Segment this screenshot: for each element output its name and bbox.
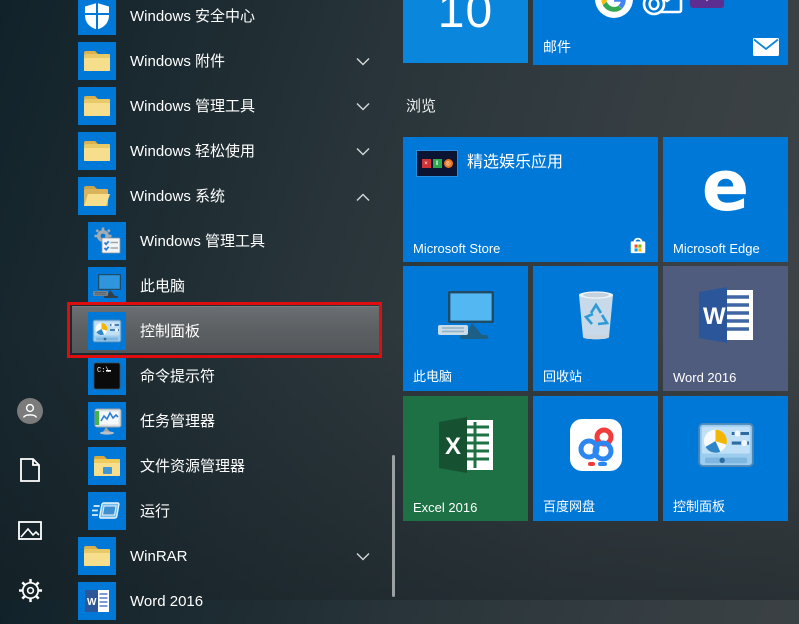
folder-icon [78, 537, 116, 575]
tile-mail[interactable]: 邮件 [533, 0, 788, 65]
tile-label: Excel 2016 [413, 500, 477, 515]
app-row-label: Windows 系统 [130, 174, 225, 219]
word-2016-icon: W [663, 266, 788, 363]
app-row-label: Windows 轻松使用 [130, 129, 255, 174]
this-pc-icon [88, 267, 126, 305]
chevron-down-icon[interactable] [356, 552, 370, 562]
tile-label: 回收站 [543, 366, 582, 385]
admin-tools-icon [88, 222, 126, 260]
run-icon [88, 492, 126, 530]
app-row-winrar[interactable]: WinRAR [0, 534, 398, 579]
tile-this-pc[interactable]: 此电脑 [403, 266, 528, 391]
app-row-label: Windows 管理工具 [130, 84, 255, 129]
app-row-label: 控制面板 [140, 309, 200, 354]
app-row-label: WinRAR [130, 534, 188, 579]
tile-recycle-bin[interactable]: 回收站 [533, 266, 658, 391]
tile-microsoft-edge[interactable]: e Microsoft Edge [663, 137, 788, 262]
mail-envelope-icon [753, 38, 779, 56]
start-menu: Windows 安全中心 Windows 附件 Windows 管理工具 Win… [0, 0, 799, 600]
store-banner-chip: × [422, 159, 431, 168]
store-banner-chip: ‖ [433, 159, 442, 168]
app-row-windows-ease-of-access[interactable]: Windows 轻松使用 [0, 129, 398, 174]
store-banner-title: 精选娱乐应用 [467, 148, 563, 172]
tile-label: Microsoft Edge [673, 241, 760, 256]
store-banner-chip: ◎ [444, 159, 453, 168]
outlook-icon [641, 0, 685, 22]
app-row-windows-accessories[interactable]: Windows 附件 [0, 39, 398, 84]
app-row-task-manager[interactable]: 任务管理器 [0, 399, 398, 444]
app-row-this-pc[interactable]: 此电脑 [0, 264, 398, 309]
app-row-label: Windows 管理工具 [140, 219, 265, 264]
task-manager-icon [88, 402, 126, 440]
chevron-up-icon[interactable] [356, 192, 370, 202]
tile-label: Microsoft Store [413, 241, 500, 256]
tile-excel-2016[interactable]: X Excel 2016 [403, 396, 528, 521]
tile-group-header[interactable]: 浏览 [406, 95, 436, 116]
chevron-down-icon[interactable] [356, 147, 370, 157]
excel-2016-icon: X [403, 396, 528, 493]
app-row-run[interactable]: 运行 [0, 489, 398, 534]
folder-icon [78, 87, 116, 125]
control-panel-icon [88, 312, 126, 350]
this-pc-icon [403, 266, 528, 363]
chevron-down-icon[interactable] [356, 102, 370, 112]
app-row-label: Windows 安全中心 [130, 0, 255, 39]
tile-word-2016[interactable]: W Word 2016 [663, 266, 788, 391]
store-banner-thumbnail: × ‖ ◎ [417, 151, 457, 176]
recycle-bin-icon [533, 266, 658, 363]
tile-baidu-netdisk[interactable]: 百度网盘 [533, 396, 658, 521]
app-row-label: 文件资源管理器 [140, 444, 245, 489]
app-row-windows-admin-tools-group[interactable]: Windows 管理工具 [0, 84, 398, 129]
tile-label: 此电脑 [413, 366, 452, 385]
svg-text:X: X [445, 433, 461, 460]
tile-calendar[interactable]: 10 [403, 0, 528, 63]
app-row-label: 命令提示符 [140, 354, 215, 399]
file-explorer-icon [88, 447, 126, 485]
app-row-control-panel[interactable]: 控制面板 [0, 309, 398, 354]
app-row-windows-system[interactable]: Windows 系统 [0, 174, 398, 219]
app-row-windows-security[interactable]: Windows 安全中心 [0, 0, 398, 39]
app-row-file-explorer[interactable]: 文件资源管理器 [0, 444, 398, 489]
chevron-down-icon[interactable] [356, 57, 370, 67]
tile-microsoft-store[interactable]: × ‖ ◎ 精选娱乐应用 Microsoft Store [403, 137, 658, 262]
svg-text:W: W [87, 597, 97, 608]
app-row-label: Word 2016 [130, 579, 203, 624]
tile-label: Word 2016 [673, 370, 736, 385]
open-folder-icon [78, 177, 116, 215]
app-row-label: 此电脑 [140, 264, 185, 309]
edge-logo-icon: e [663, 137, 788, 234]
command-prompt-icon: C:\ [88, 357, 126, 395]
app-row-label: Windows 附件 [130, 39, 225, 84]
folder-icon [78, 132, 116, 170]
store-bag-icon [628, 235, 648, 255]
app-row-command-prompt[interactable]: C:\ 命令提示符 [0, 354, 398, 399]
calendar-date: 10 [403, 0, 528, 36]
tile-label: 百度网盘 [543, 496, 595, 515]
word-icon: W [78, 582, 116, 620]
app-list-scrollbar[interactable] [392, 455, 395, 597]
tile-label: 邮件 [543, 37, 571, 57]
tile-control-panel[interactable]: 控制面板 [663, 396, 788, 521]
baidu-netdisk-icon [533, 396, 658, 493]
app-row-label: 任务管理器 [140, 399, 215, 444]
svg-text:W: W [703, 303, 726, 330]
control-panel-icon [663, 396, 788, 493]
purple-app-icon [690, 0, 724, 8]
google-icon [595, 0, 633, 18]
app-row-windows-admin-tools[interactable]: Windows 管理工具 [0, 219, 398, 264]
tile-label: 控制面板 [673, 496, 725, 515]
app-row-label: 运行 [140, 489, 170, 534]
app-row-word-2016[interactable]: W Word 2016 [0, 579, 398, 624]
folder-icon [78, 42, 116, 80]
windows-security-icon [78, 0, 116, 35]
